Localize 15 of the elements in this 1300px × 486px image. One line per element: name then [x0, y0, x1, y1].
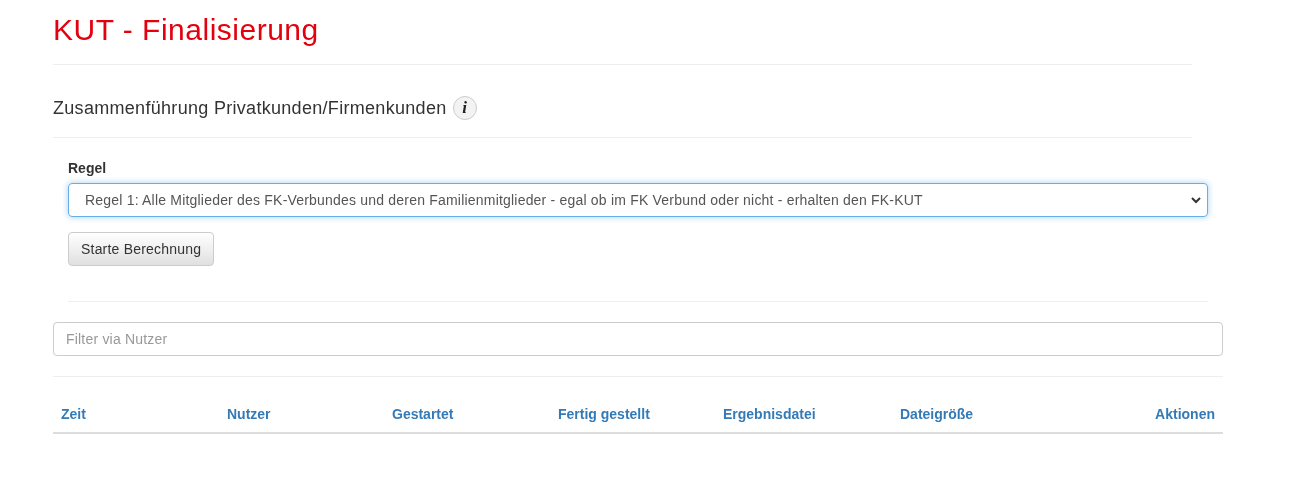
field-label: Regel — [68, 159, 108, 178]
page-title: KUT - Finalisierung — [53, 12, 319, 48]
chevron-down-icon — [1191, 196, 1201, 204]
info-icon[interactable]: i — [452, 96, 477, 120]
column-header[interactable]: Zeit — [61, 406, 86, 422]
column-header[interactable]: Nutzer — [227, 406, 271, 422]
section-title: Zusammenführung Privatkunden/Firmenkunden — [53, 97, 447, 120]
column-header[interactable]: Gestartet — [392, 406, 454, 422]
column-header[interactable]: Fertig gestellt — [558, 406, 650, 422]
column-header[interactable]: Aktionen — [1155, 406, 1215, 422]
filter-field[interactable]: Filter via Nutzer — [53, 322, 1223, 356]
start-button[interactable]: Starte Berechnung — [68, 232, 215, 266]
column-header[interactable]: Ergebnisdatei — [723, 406, 816, 422]
column-header[interactable]: Dateigröße — [900, 406, 974, 422]
rule-select[interactable]: Regel 1: Alle Mitglieder des FK-Verbundes und deren Familienmitglieder - egal ob im FK Verbund oder nicht - erhalten den FK-KUT — [68, 183, 1208, 217]
